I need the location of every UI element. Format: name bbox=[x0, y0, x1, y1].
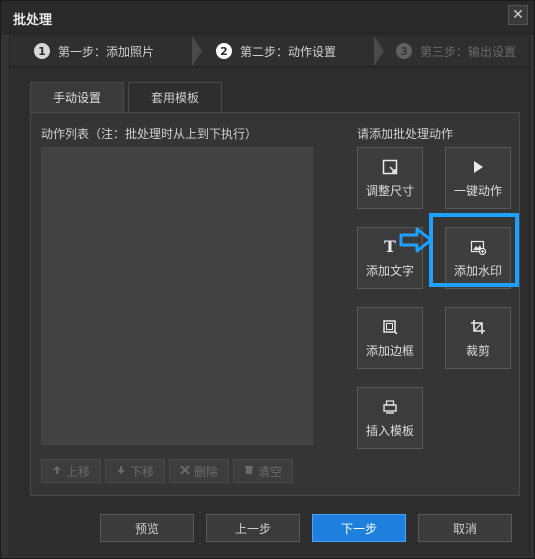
insert-template-button[interactable]: 插入模板 bbox=[357, 387, 423, 449]
text-icon: T bbox=[384, 237, 396, 256]
prev-step-button[interactable]: 上一步 bbox=[206, 514, 300, 542]
crop-label: 裁剪 bbox=[465, 343, 490, 358]
one-click-action-label: 一键动作 bbox=[453, 183, 502, 198]
action-list[interactable] bbox=[41, 147, 313, 445]
tab-apply-template[interactable]: 套用模板 bbox=[128, 82, 222, 112]
move-down-button[interactable]: 下移 bbox=[105, 459, 166, 483]
step-2-label: 第二步：动作设置 bbox=[240, 44, 337, 59]
move-down-label: 下移 bbox=[130, 464, 155, 479]
delete-x-icon bbox=[180, 464, 190, 478]
step-1: 1 第一步：添加照片 bbox=[34, 42, 154, 60]
step-wizard: 1 第一步：添加照片 2 第二步：动作设置 3 第三步：输出设置 bbox=[9, 35, 530, 67]
tab-manual-settings[interactable]: 手动设置 bbox=[30, 82, 124, 112]
watermark-highlight-box bbox=[429, 213, 519, 287]
pointer-arrow-icon bbox=[399, 227, 433, 253]
action-list-label: 动作列表（注：批处理时从上到下执行） bbox=[41, 127, 258, 141]
delete-button[interactable]: 删除 bbox=[169, 459, 230, 483]
one-click-action-button[interactable]: 一键动作 bbox=[445, 147, 511, 209]
preview-button[interactable]: 预览 bbox=[100, 514, 194, 542]
step-3-label: 第三步：输出设置 bbox=[420, 44, 517, 59]
insert-template-label: 插入模板 bbox=[365, 423, 414, 438]
move-up-button[interactable]: 上移 bbox=[41, 459, 102, 483]
clear-label: 清空 bbox=[258, 464, 283, 479]
trash-icon bbox=[244, 464, 254, 478]
step-1-number: 1 bbox=[34, 43, 50, 59]
tab-content: 动作列表（注：批处理时从上到下执行） 上移 下移 删除 清空 请添加批处理动作 … bbox=[30, 112, 520, 496]
window-title: 批处理 bbox=[13, 13, 53, 28]
tab-bar: 手动设置 套用模板 bbox=[30, 82, 226, 112]
step-chevron-icon bbox=[192, 36, 202, 66]
step-2: 2 第二步：动作设置 bbox=[216, 42, 336, 60]
step-3: 3 第三步：输出设置 bbox=[396, 42, 516, 60]
add-border-label: 添加边框 bbox=[365, 343, 414, 358]
action-list-toolbar: 上移 下移 删除 清空 bbox=[41, 459, 311, 483]
footer-buttons: 预览 上一步 下一步 取消 bbox=[100, 514, 520, 542]
resize-button[interactable]: 调整尺寸 bbox=[357, 147, 423, 209]
next-step-button[interactable]: 下一步 bbox=[312, 514, 406, 542]
crop-button[interactable]: 裁剪 bbox=[445, 307, 511, 369]
step-chevron-icon bbox=[374, 36, 384, 66]
move-up-label: 上移 bbox=[66, 464, 91, 479]
arrow-down-icon bbox=[116, 464, 126, 478]
resize-label: 调整尺寸 bbox=[365, 183, 414, 198]
crop-icon bbox=[469, 318, 487, 336]
resize-icon bbox=[381, 158, 399, 176]
step-2-number: 2 bbox=[216, 43, 232, 59]
cancel-button[interactable]: 取消 bbox=[418, 514, 512, 542]
batch-process-window: 批处理 ✕ 1 第一步：添加照片 2 第二步：动作设置 3 第三步：输出设置 手… bbox=[0, 0, 535, 559]
add-text-label: 添加文字 bbox=[365, 263, 414, 278]
settings-panel: 手动设置 套用模板 动作列表（注：批处理时从上到下执行） 上移 下移 删除 清空… bbox=[9, 67, 530, 556]
border-icon bbox=[381, 318, 399, 336]
add-actions-label: 请添加批处理动作 bbox=[357, 127, 454, 141]
clear-button[interactable]: 清空 bbox=[233, 459, 294, 483]
template-icon bbox=[381, 398, 399, 416]
title-bar: 批处理 ✕ bbox=[1, 1, 534, 34]
step-1-label: 第一步：添加照片 bbox=[58, 44, 155, 59]
add-border-button[interactable]: 添加边框 bbox=[357, 307, 423, 369]
play-icon bbox=[469, 158, 487, 176]
arrow-up-icon bbox=[52, 464, 62, 478]
step-3-number: 3 bbox=[396, 43, 412, 59]
delete-label: 删除 bbox=[194, 464, 219, 479]
close-button[interactable]: ✕ bbox=[508, 5, 528, 25]
